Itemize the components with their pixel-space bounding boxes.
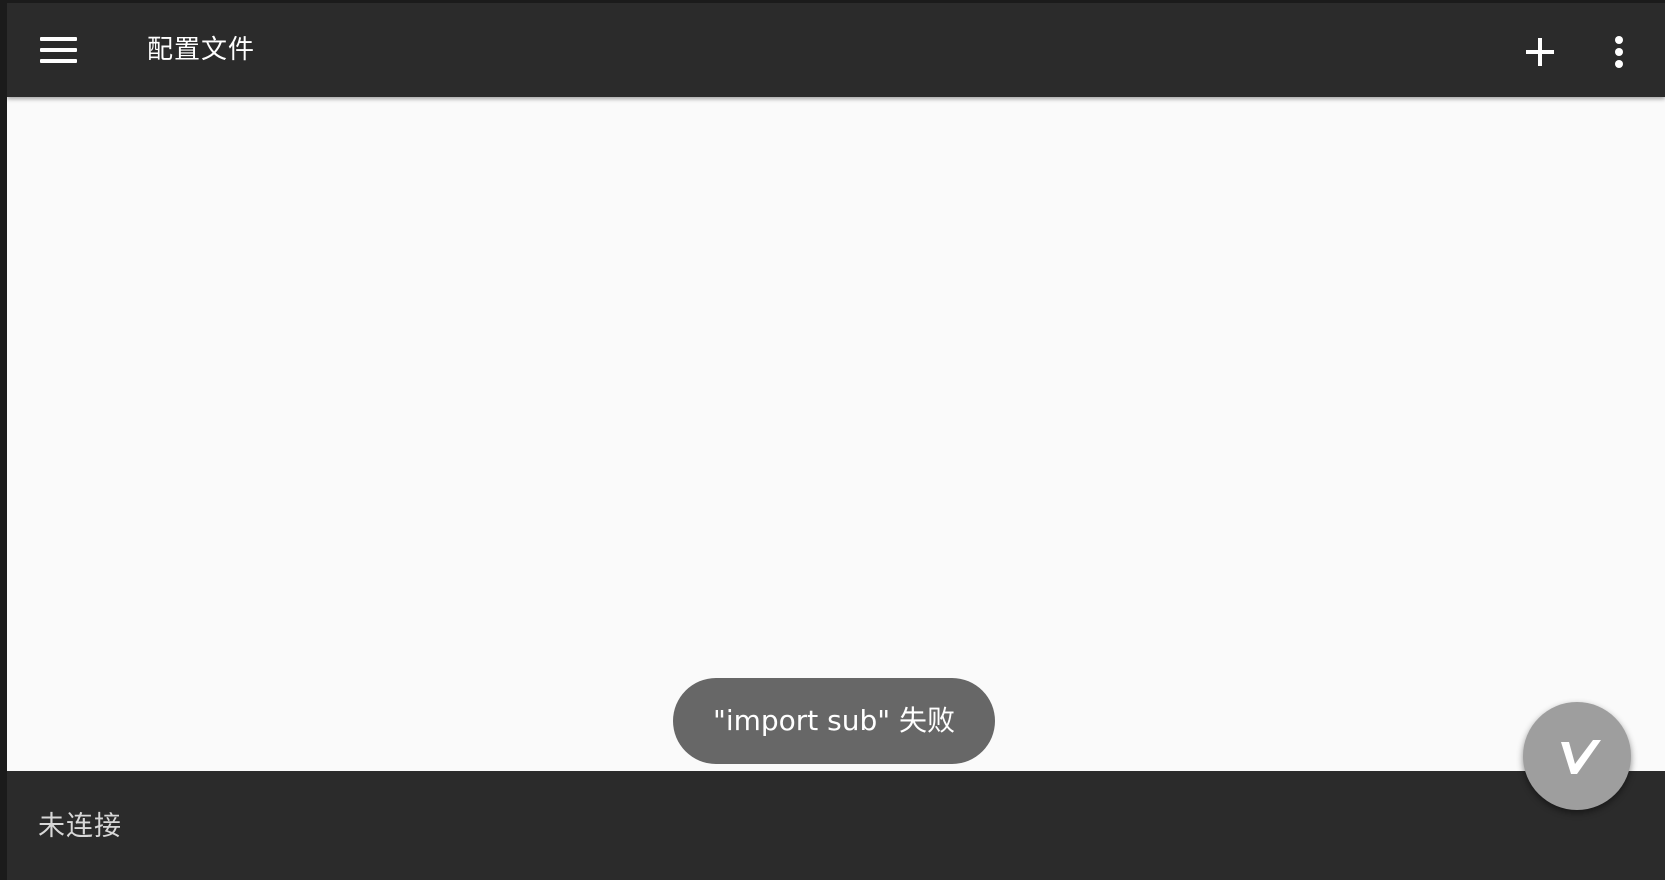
overflow-menu-button[interactable] [1599, 27, 1639, 75]
app-toolbar: 配置文件 [7, 3, 1665, 97]
toast-message: "import sub" 失败 [673, 678, 995, 764]
connection-status-bar[interactable]: 未连接 [7, 771, 1665, 880]
device-frame: 配置文件 "import sub" 失败 未连接 [0, 0, 1665, 880]
app-screen: 配置文件 "import sub" 失败 未连接 [7, 3, 1665, 880]
page-title: 配置文件 [147, 35, 256, 65]
navigation-drawer-button[interactable] [27, 26, 77, 74]
add-profile-button[interactable] [1515, 27, 1563, 75]
profile-list-area [7, 97, 1665, 772]
connect-fab-button[interactable] [1523, 702, 1631, 810]
connection-status-text: 未连接 [38, 811, 122, 842]
v-logo-icon [1561, 740, 1601, 774]
